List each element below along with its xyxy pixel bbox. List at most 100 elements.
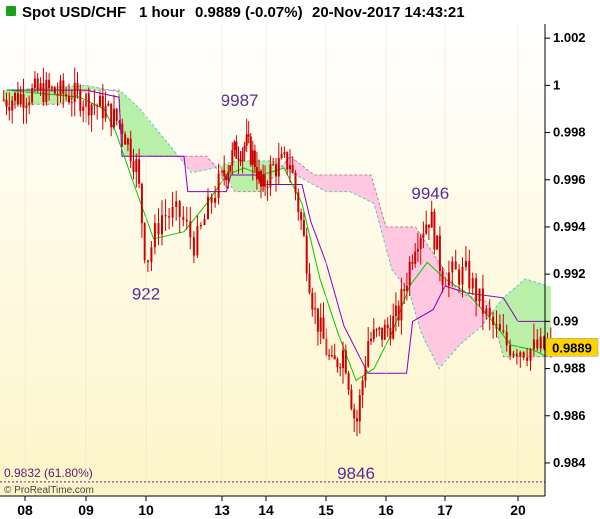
candle-body — [121, 123, 124, 135]
candle-body — [353, 408, 356, 419]
y-tick-label: 0.996 — [553, 172, 586, 187]
y-tick-label: 1.002 — [553, 30, 586, 45]
candle-body — [485, 308, 488, 314]
candle-body — [372, 329, 375, 339]
x-tick-label: 14 — [258, 502, 274, 518]
candle-body — [138, 159, 141, 184]
candle-body — [150, 247, 153, 263]
candle-body — [397, 305, 400, 321]
candle-body — [231, 150, 234, 166]
candle-body — [305, 235, 308, 274]
candle-body — [378, 327, 381, 330]
candle-body — [50, 87, 53, 89]
candle-body — [386, 324, 389, 329]
candle-body — [389, 328, 392, 339]
candle-body — [280, 153, 283, 159]
candle-body — [339, 367, 342, 369]
chart-window: Spot USD/CHF 1 hour 0.9889 (-0.07%) 20-N… — [0, 0, 600, 519]
candle-body — [14, 92, 16, 101]
candle-body — [36, 78, 39, 91]
status-square-icon — [6, 6, 16, 16]
fibo-label: 0.9832 (61.80%) — [4, 466, 93, 480]
candle-body — [168, 216, 171, 218]
candle-body — [258, 171, 260, 180]
datetime-label: 20-Nov-2017 14:43:21 — [312, 4, 465, 21]
candle-body — [492, 316, 495, 326]
candle-body — [361, 380, 364, 396]
y-tick-label: 0.994 — [553, 219, 586, 234]
candle-body — [90, 104, 93, 116]
candle-body — [471, 278, 474, 289]
candle-body — [294, 172, 297, 193]
candle-body — [65, 94, 68, 96]
candle-body — [425, 224, 428, 234]
candle-body — [526, 357, 529, 361]
candle-body — [104, 105, 107, 119]
candle-body — [68, 95, 70, 103]
candle-body — [253, 150, 256, 167]
candle-body — [505, 331, 508, 346]
candle-body — [210, 196, 213, 203]
y-tick-label: 0.998 — [553, 125, 586, 140]
candle-body — [275, 164, 277, 177]
candle-body — [367, 341, 370, 367]
candle-body — [356, 418, 358, 422]
chart-header: Spot USD/CHF 1 hour 0.9889 (-0.07%) 20-N… — [6, 4, 465, 21]
candle-body — [266, 186, 269, 188]
candle-body — [93, 104, 96, 106]
candle-body — [101, 95, 104, 119]
x-tick-label: 15 — [318, 502, 334, 518]
candle-body — [283, 152, 286, 154]
candle-body — [70, 102, 73, 104]
candle-body — [255, 167, 258, 180]
candle-body — [207, 196, 209, 220]
x-tick-label: 10 — [138, 502, 154, 518]
candle-body — [300, 212, 303, 221]
candle-body — [251, 150, 254, 165]
candle-body — [175, 201, 178, 207]
candle-body — [135, 159, 138, 172]
candle-body — [225, 176, 228, 181]
x-tick-label: 13 — [214, 502, 230, 518]
candle-body — [430, 211, 433, 228]
candle-body — [39, 83, 42, 91]
candle-body — [227, 171, 230, 181]
candle-body — [229, 165, 232, 172]
price-annotation: 9987 — [221, 91, 259, 110]
candle-body — [87, 93, 90, 116]
candle-body — [189, 221, 192, 238]
candle-body — [519, 352, 522, 357]
y-tick-label: 1 — [553, 77, 560, 92]
candle-body — [269, 164, 272, 188]
candle-body — [375, 329, 378, 331]
candle-body — [28, 102, 31, 106]
candle-body — [124, 134, 127, 145]
y-tick-label: 0.992 — [553, 266, 586, 281]
y-tick-label: 0.986 — [553, 408, 586, 423]
candle-body — [8, 106, 11, 111]
candle-body — [536, 339, 539, 349]
candle-body — [192, 237, 195, 256]
candle-body — [481, 288, 484, 314]
candle-body — [107, 103, 110, 106]
candle-body — [468, 260, 471, 289]
candle-body — [164, 215, 167, 217]
candle-body — [25, 105, 28, 108]
candle-body — [441, 271, 444, 285]
candle-body — [249, 136, 252, 165]
candle-body — [286, 152, 289, 170]
candle-body — [370, 338, 372, 342]
candle-body — [153, 223, 156, 248]
candle-body — [336, 359, 339, 368]
y-tick-label: 0.988 — [553, 361, 586, 376]
candle-body — [394, 305, 397, 317]
candle-body — [245, 134, 248, 146]
candle-body — [140, 183, 143, 224]
candle-body — [498, 324, 501, 331]
candle-body — [475, 278, 478, 301]
candle-body — [419, 237, 422, 249]
candle-body — [447, 272, 450, 286]
candle-body — [411, 261, 414, 264]
candle-body — [400, 289, 403, 321]
candle-body — [502, 330, 505, 332]
